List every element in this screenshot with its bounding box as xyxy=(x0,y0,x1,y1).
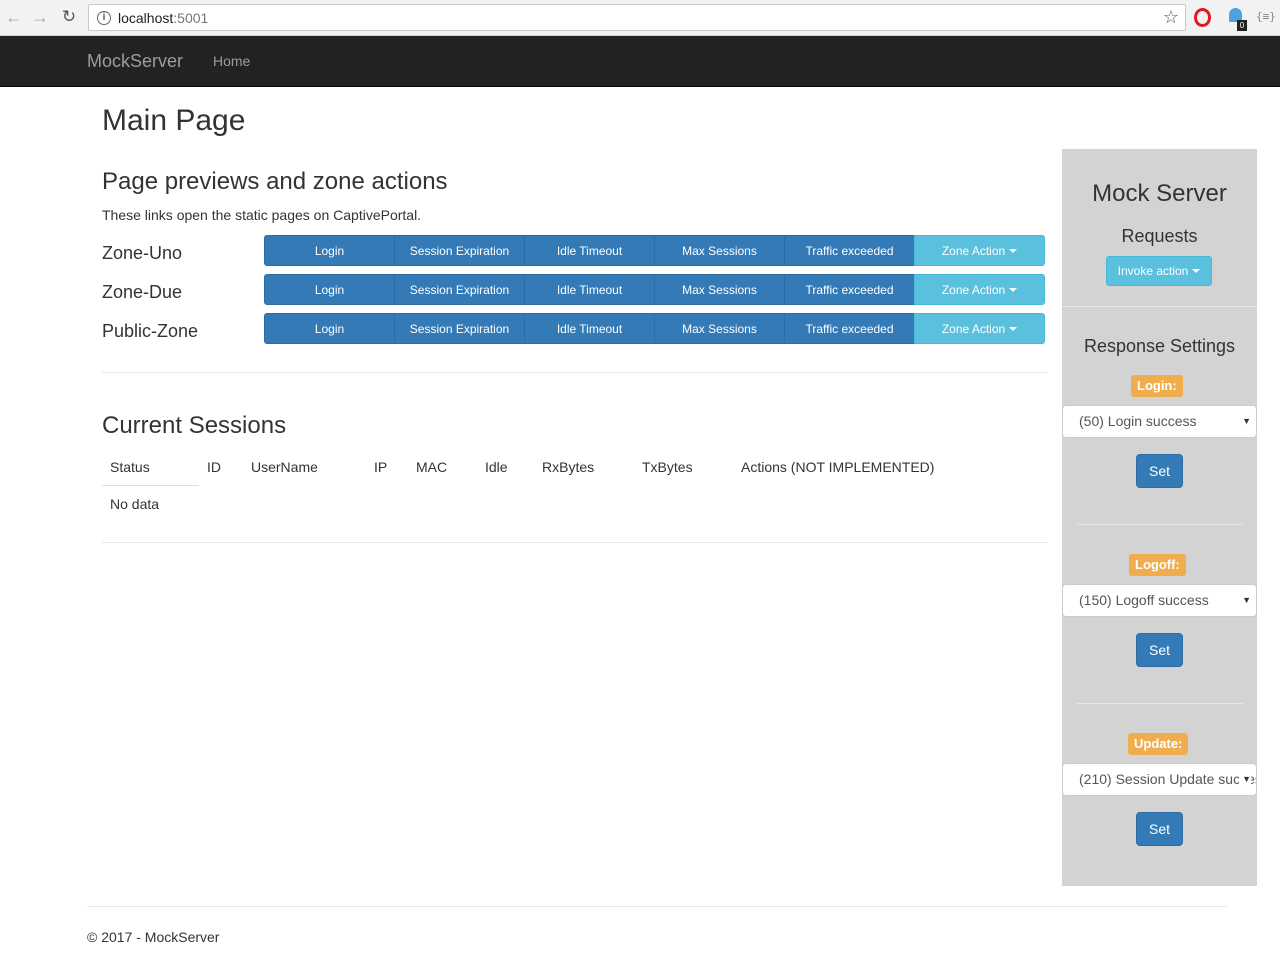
caret-down-icon xyxy=(1192,269,1201,273)
zone-max-sessions-button[interactable]: Max Sessions xyxy=(654,274,785,305)
page-title: Main Page xyxy=(102,104,246,137)
zone-session-expiration-button[interactable]: Session Expiration xyxy=(394,274,525,305)
col-status: Status xyxy=(110,459,150,475)
update-setting-label: Update: xyxy=(1128,733,1189,755)
public-zone-buttons: Login Session Expiration Idle Timeout Ma… xyxy=(264,313,1046,344)
col-rxbytes: RxBytes xyxy=(542,459,595,475)
caret-down-icon xyxy=(1009,326,1018,331)
json-viewer-extension-icon[interactable]: {≡} xyxy=(1256,10,1276,23)
login-set-button[interactable]: Set xyxy=(1136,454,1183,488)
navbar-brand[interactable]: MockServer xyxy=(87,51,183,72)
back-arrow-icon[interactable]: ← xyxy=(4,7,24,27)
zone-max-sessions-button[interactable]: Max Sessions xyxy=(654,235,785,266)
bookmark-star-icon[interactable]: ☆ xyxy=(1163,7,1179,28)
sidebar-divider xyxy=(1077,703,1243,704)
zone-traffic-exceeded-button[interactable]: Traffic exceeded xyxy=(784,274,915,305)
zone-idle-timeout-button[interactable]: Idle Timeout xyxy=(524,235,655,266)
col-mac: MAC xyxy=(416,459,448,475)
no-data-message: No data xyxy=(110,496,160,512)
zone-traffic-exceeded-button[interactable]: Traffic exceeded xyxy=(784,235,915,266)
login-setting-label: Login: xyxy=(1131,375,1183,397)
address-bar[interactable]: i localhost:5001 ☆ xyxy=(88,4,1186,31)
zone-login-button[interactable]: Login xyxy=(264,235,395,266)
caret-down-icon xyxy=(1009,287,1018,292)
sidebar-divider xyxy=(1077,524,1243,525)
previews-description: These links open the static pages on Cap… xyxy=(102,207,422,223)
zone-uno-buttons: Login Session Expiration Idle Timeout Ma… xyxy=(264,235,1046,266)
zone-action-dropdown[interactable]: Zone Action xyxy=(914,313,1045,344)
reload-icon[interactable]: ↻ xyxy=(59,7,79,27)
forward-arrow-icon[interactable]: → xyxy=(30,7,50,27)
sidebar-title: Mock Server xyxy=(1092,180,1227,207)
info-icon[interactable]: i xyxy=(97,11,111,25)
divider xyxy=(102,372,1047,373)
zone-label: Public-Zone xyxy=(102,321,199,341)
col-id: ID xyxy=(207,459,221,475)
footer-divider xyxy=(87,906,1227,907)
col-idle: Idle xyxy=(485,459,508,475)
ghostery-extension-icon[interactable]: 0 xyxy=(1227,6,1247,31)
login-response-select[interactable]: (50) Login success ▼ xyxy=(1062,405,1257,438)
zone-traffic-exceeded-button[interactable]: Traffic exceeded xyxy=(784,313,915,344)
select-arrow-icon: ▼ xyxy=(1239,406,1251,437)
zone-session-expiration-button[interactable]: Session Expiration xyxy=(394,313,525,344)
previews-heading: Page previews and zone actions xyxy=(102,168,448,195)
logoff-set-button[interactable]: Set xyxy=(1136,633,1183,667)
col-txbytes: TxBytes xyxy=(642,459,693,475)
zone-action-dropdown[interactable]: Zone Action xyxy=(914,274,1045,305)
zone-login-button[interactable]: Login xyxy=(264,274,395,305)
nav-home-link[interactable]: Home xyxy=(213,53,250,69)
zone-login-button[interactable]: Login xyxy=(264,313,395,344)
footer-copyright: © 2017 - MockServer xyxy=(87,929,220,945)
zone-idle-timeout-button[interactable]: Idle Timeout xyxy=(524,274,655,305)
zone-action-dropdown[interactable]: Zone Action xyxy=(914,235,1045,266)
response-settings-heading: Response Settings xyxy=(1083,336,1236,356)
col-username: UserName xyxy=(251,459,318,475)
navbar: MockServer Home xyxy=(0,36,1280,87)
update-response-select[interactable]: (210) Session Update success ▼ xyxy=(1062,763,1257,796)
caret-down-icon xyxy=(1009,248,1018,253)
browser-toolbar: ← → ↻ i localhost:5001 ☆ 0 {≡} xyxy=(0,0,1280,36)
zone-max-sessions-button[interactable]: Max Sessions xyxy=(654,313,785,344)
update-set-button[interactable]: Set xyxy=(1136,812,1183,846)
requests-heading: Requests xyxy=(1121,226,1198,246)
zone-idle-timeout-button[interactable]: Idle Timeout xyxy=(524,313,655,344)
zone-due-buttons: Login Session Expiration Idle Timeout Ma… xyxy=(264,274,1046,305)
select-arrow-icon: ▼ xyxy=(1239,585,1251,616)
url-text[interactable]: localhost:5001 xyxy=(118,10,208,26)
col-ip: IP xyxy=(374,459,388,475)
sidebar-divider xyxy=(1062,306,1257,307)
invoke-action-dropdown[interactable]: Invoke action xyxy=(1106,256,1212,286)
logoff-response-select[interactable]: (150) Logoff success ▼ xyxy=(1062,584,1257,617)
sessions-heading: Current Sessions xyxy=(102,412,287,439)
zone-session-expiration-button[interactable]: Session Expiration xyxy=(394,235,525,266)
divider xyxy=(102,542,1047,543)
table-header-line xyxy=(102,485,199,486)
opera-extension-icon[interactable] xyxy=(1194,8,1211,27)
zone-label: Zone-Uno xyxy=(102,243,183,263)
logoff-setting-label: Logoff: xyxy=(1129,554,1186,576)
col-actions: Actions (NOT IMPLEMENTED) xyxy=(741,459,935,475)
select-arrow-icon: ▼ xyxy=(1239,764,1251,795)
extension-badge: 0 xyxy=(1237,20,1247,31)
mock-server-sidebar: Mock Server Requests Invoke action Respo… xyxy=(1062,149,1257,886)
zone-label: Zone-Due xyxy=(102,282,183,302)
